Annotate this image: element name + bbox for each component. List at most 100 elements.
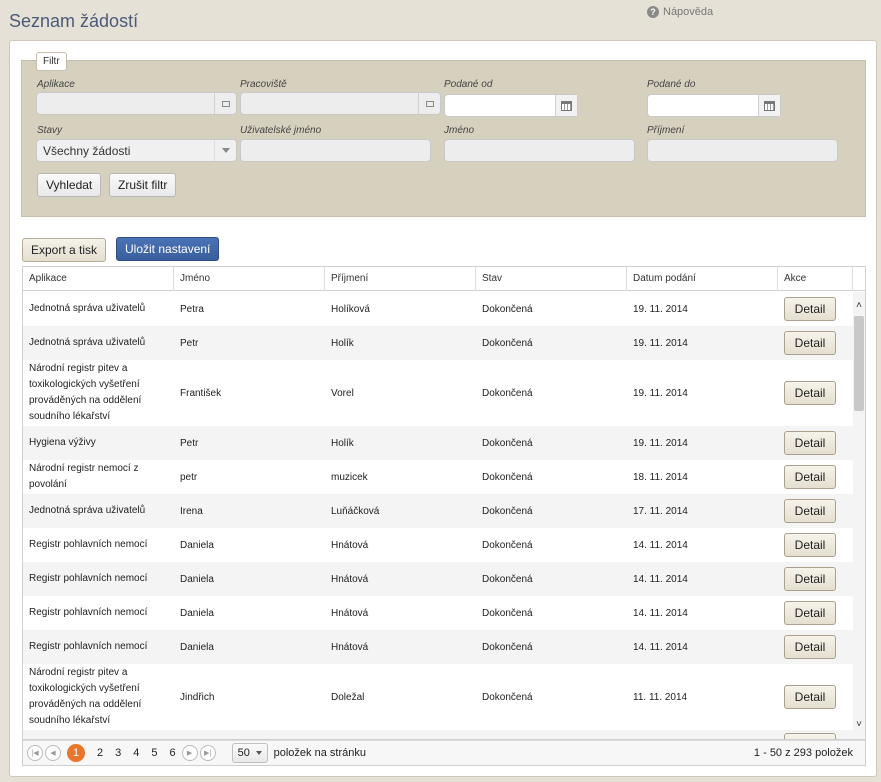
page-number[interactable]: 4 [133,747,139,759]
cell-stav: Dokončená [482,505,533,517]
stavy-dropdown-button[interactable] [214,140,236,161]
last-page-icon[interactable]: ▶| [199,745,216,761]
search-button[interactable]: Vyhledat [37,173,102,197]
pracoviste-field[interactable] [240,92,441,115]
col-jmeno[interactable]: Jméno [174,267,325,291]
detail-button[interactable]: Detail [784,297,836,321]
scroll-down-icon[interactable]: ˅ [853,719,865,731]
detail-button[interactable]: Detail [784,331,836,355]
cell-stav: Dokončená [482,437,533,449]
podane-do-field[interactable] [647,94,781,117]
next-page-icon[interactable]: ▶ [181,745,198,761]
cell-datum-podani: 19. 11. 2014 [633,387,688,399]
help-icon: ? [647,6,659,18]
pracoviste-picker-button[interactable] [418,93,440,114]
label-aplikace: Aplikace [37,79,75,90]
detail-button[interactable]: Detail [784,685,836,709]
scroll-up-icon[interactable]: ˄ [853,300,865,312]
cell-akce: Detail [778,460,853,494]
detail-button[interactable]: Detail [784,601,836,625]
export-print-button[interactable]: Export a tisk [22,238,107,262]
detail-button[interactable]: Detail [784,465,836,489]
cell-jmeno: Daniela [180,573,214,585]
pager-info: 1 - 50 z 293 položek [753,747,853,759]
cell-aplikace: Jednotná správa uživatelů [29,303,146,314]
cell-stav: Dokončená [482,387,533,399]
page-size-select[interactable]: 50 [231,743,268,763]
aplikace-field[interactable] [36,92,237,115]
cell-akce: Detail [778,360,853,426]
table-row[interactable]: Národní registr pitev a toxikologických … [23,360,853,426]
lookup-icon [425,100,434,107]
cell-datum-podani: 14. 11. 2014 [633,607,688,619]
detail-button[interactable]: Detail [784,733,836,739]
podane-od-calendar-button[interactable] [555,95,577,116]
cell-datum-podani: 17. 11. 2014 [633,505,688,517]
uzivatelske-jmeno-input[interactable] [240,139,431,162]
cell-prijmeni: Vorel [331,387,354,399]
vertical-scrollbar[interactable]: ˄ ˅ [853,292,865,739]
scrollbar-thumb[interactable] [854,316,864,411]
cell-akce: Detail [778,528,853,562]
cell-jmeno: Petr [180,437,199,449]
cell-aplikace: Národní registr nemocí z povolání [29,463,139,490]
detail-button[interactable]: Detail [784,431,836,455]
page-number[interactable]: 3 [115,747,121,759]
jmeno-input[interactable] [444,139,635,162]
stavy-select[interactable]: Všechny žádosti [36,139,237,162]
col-stav[interactable]: Stav [476,267,627,291]
first-page-icon[interactable]: |◀ [27,745,43,761]
cell-prijmeni [325,730,476,739]
cell-jmeno: Jindřich [180,691,215,703]
page-number[interactable]: 1 [67,744,85,762]
aplikace-picker-button[interactable] [214,93,236,114]
table-row[interactable]: Hygiena výživy Petr Holík Dokončená 19. 11. … [23,426,853,460]
col-datum-podani[interactable]: Datum podání [627,267,778,291]
cell-akce: Detail [778,596,853,630]
cell-aplikace: Národní registr osob trvale [23,730,174,739]
detail-button[interactable]: Detail [784,533,836,557]
label-jmeno: Jméno [444,125,475,136]
cell-prijmeni: Holík [331,337,354,349]
cell-datum-podani [627,730,778,739]
label-stavy: Stavy [37,125,63,136]
cancel-filter-button[interactable]: Zrušit filtr [109,173,177,197]
podane-od-field[interactable] [444,94,578,117]
label-uzivatelske-jmeno: Uživatelské jméno [240,125,322,136]
cell-stav: Dokončená [482,607,533,619]
page-number[interactable]: 2 [97,747,103,759]
cell-aplikace: Registr pohlavních nemocí [29,607,148,618]
per-page-label: položek na stránku [273,747,366,759]
cell-datum-podani: 19. 11. 2014 [633,303,688,315]
table-row[interactable]: Národní registr osob trvale Detail [23,730,853,739]
detail-button[interactable]: Detail [784,635,836,659]
col-prijmeni[interactable]: Příjmení [325,267,476,291]
cell-stav: Dokončená [482,303,533,315]
cell-prijmeni: Holíková [331,303,370,315]
prev-page-icon[interactable]: ◀ [45,745,61,761]
table-row[interactable]: Jednotná správa uživatelů Irena Luňáčková D… [23,494,853,528]
cell-jmeno: petr [180,471,198,483]
detail-button[interactable]: Detail [784,499,836,523]
table-row[interactable]: Jednotná správa uživatelů Petra Holíková Do… [23,292,853,326]
table-row[interactable]: Registr pohlavních nemocí Daniela Hnátová D… [23,630,853,664]
page-number[interactable]: 6 [170,747,176,759]
save-settings-button[interactable]: Uložit nastavení [116,237,220,261]
table-row[interactable]: Národní registr pitev a toxikologických … [23,664,853,730]
cell-stav: Dokončená [482,539,533,551]
detail-button[interactable]: Detail [784,567,836,591]
table-row[interactable]: Jednotná správa uživatelů Petr Holík Dokonč… [23,326,853,360]
cell-jmeno: Daniela [180,539,214,551]
page-number[interactable]: 5 [151,747,157,759]
cell-prijmeni: muzicek [331,471,368,483]
help-link[interactable]: ? Nápověda [647,6,713,18]
calendar-icon [764,100,775,111]
col-aplikace[interactable]: Aplikace [23,267,174,291]
table-row[interactable]: Registr pohlavních nemocí Daniela Hnátová D… [23,562,853,596]
podane-do-calendar-button[interactable] [758,95,780,116]
table-row[interactable]: Národní registr nemocí z povolání petr muz… [23,460,853,494]
prijmeni-input[interactable] [647,139,838,162]
table-row[interactable]: Registr pohlavních nemocí Daniela Hnátová D… [23,596,853,630]
table-row[interactable]: Registr pohlavních nemocí Daniela Hnátová D… [23,528,853,562]
detail-button[interactable]: Detail [784,381,836,405]
